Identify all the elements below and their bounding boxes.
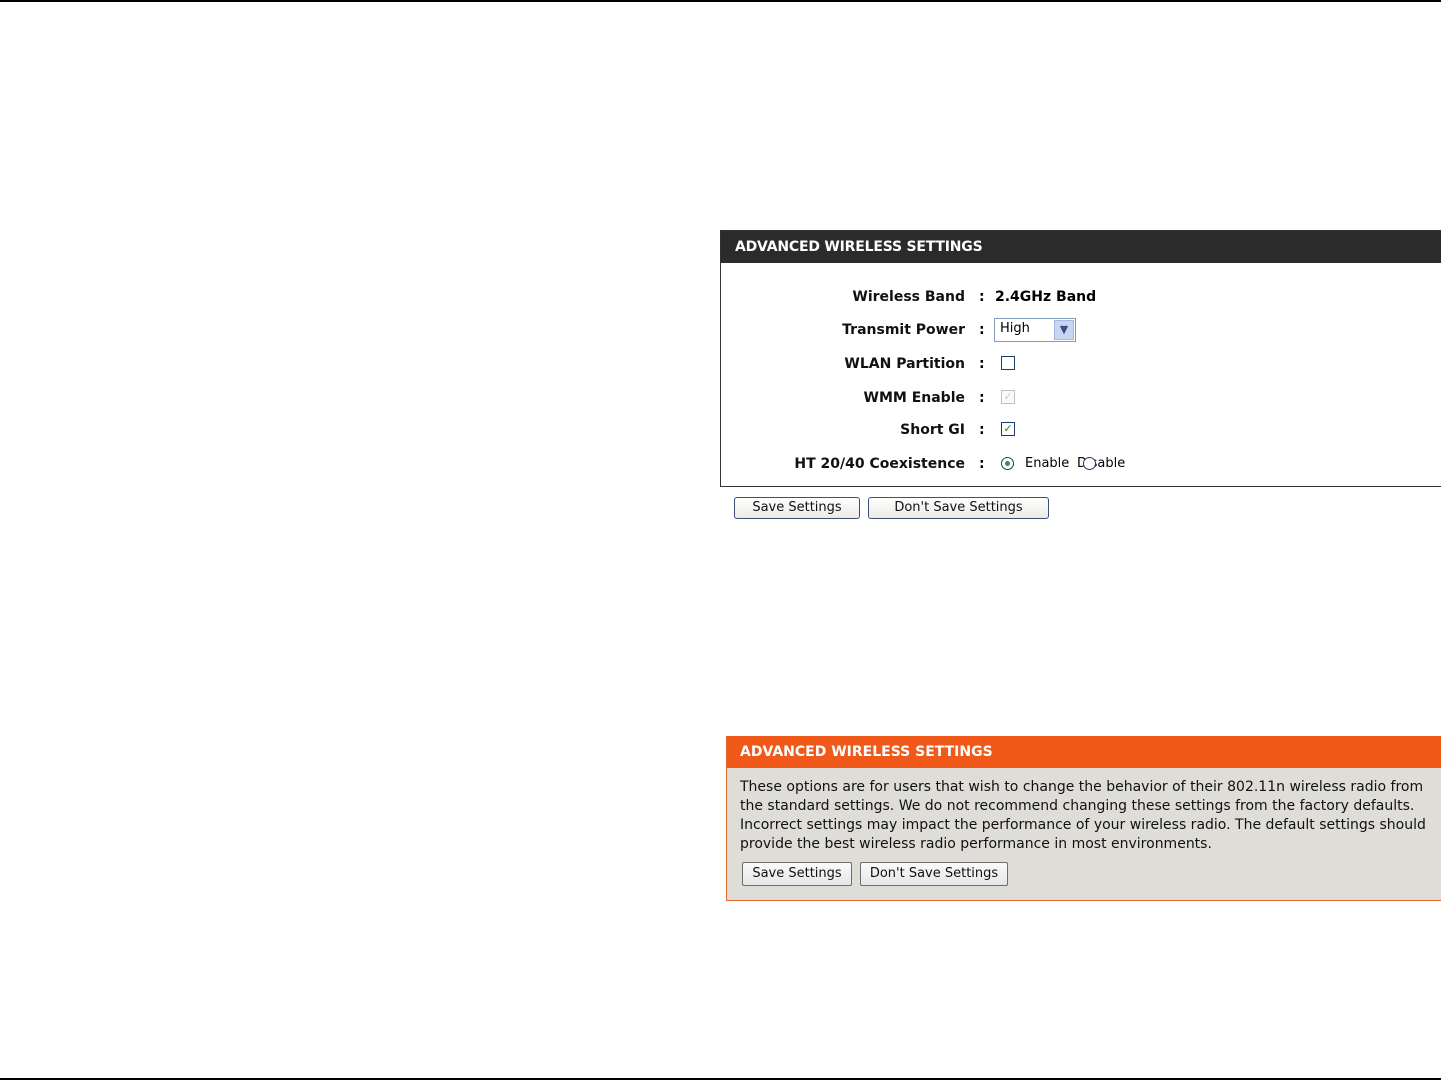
wireless-band-value: 2.4GHz Band <box>995 289 1097 305</box>
row-wmm-enable: WMM Enable : ✓ <box>721 388 1421 418</box>
colon: : <box>979 322 985 338</box>
advanced-wireless-help-panel: ADVANCED WIRELESS SETTINGS These options… <box>726 736 1441 901</box>
row-short-gi: Short GI : ✓ <box>721 420 1421 450</box>
help-dont-save-settings-button[interactable]: Don't Save Settings <box>860 862 1008 886</box>
row-ht-coexistence: HT 20/40 Coexistence : Enable Disable <box>721 454 1421 484</box>
row-transmit-power: Transmit Power : High ▼ <box>721 318 1421 350</box>
colon: : <box>979 356 985 372</box>
transmit-power-select[interactable]: High ▼ <box>994 318 1076 342</box>
ht-coexistence-label: HT 20/40 Coexistence <box>794 456 965 472</box>
transmit-power-selected-value: High <box>1000 321 1030 336</box>
wireless-band-label: Wireless Band <box>852 289 965 305</box>
transmit-power-label: Transmit Power <box>842 322 965 338</box>
ht-coexistence-disable-radio[interactable] <box>1083 457 1096 470</box>
help-save-settings-button[interactable]: Save Settings <box>742 862 852 886</box>
bottom-border-rule <box>0 1078 1441 1080</box>
wmm-enable-label: WMM Enable <box>863 390 965 406</box>
wlan-partition-label: WLAN Partition <box>844 356 965 372</box>
row-wlan-partition: WLAN Partition : <box>721 354 1421 384</box>
advanced-wireless-settings-panel: ADVANCED WIRELESS SETTINGS Wireless Band… <box>720 230 1441 487</box>
wmm-enable-checkbox: ✓ <box>1001 390 1015 404</box>
ht-coexistence-enable-label: Enable <box>1025 456 1070 471</box>
colon: : <box>979 456 985 472</box>
wlan-partition-checkbox[interactable] <box>1001 356 1015 370</box>
colon: : <box>979 390 985 406</box>
check-icon: ✓ <box>1003 422 1013 435</box>
chevron-down-icon[interactable]: ▼ <box>1054 320 1074 340</box>
ht-coexistence-enable-radio[interactable] <box>1001 457 1014 470</box>
colon: : <box>979 422 985 438</box>
panel-title: ADVANCED WIRELESS SETTINGS <box>721 231 1441 263</box>
save-settings-button[interactable]: Save Settings <box>734 497 860 519</box>
dont-save-settings-button[interactable]: Don't Save Settings <box>868 497 1049 519</box>
short-gi-checkbox[interactable]: ✓ <box>1001 422 1015 436</box>
colon: : <box>979 289 985 305</box>
row-wireless-band: Wireless Band : 2.4GHz Band <box>721 287 1421 317</box>
help-panel-title: ADVANCED WIRELESS SETTINGS <box>727 736 1441 768</box>
check-icon: ✓ <box>1003 390 1013 403</box>
help-description: These options are for users that wish to… <box>740 779 1426 852</box>
top-border-rule <box>0 0 1441 2</box>
short-gi-label: Short GI <box>900 422 965 438</box>
